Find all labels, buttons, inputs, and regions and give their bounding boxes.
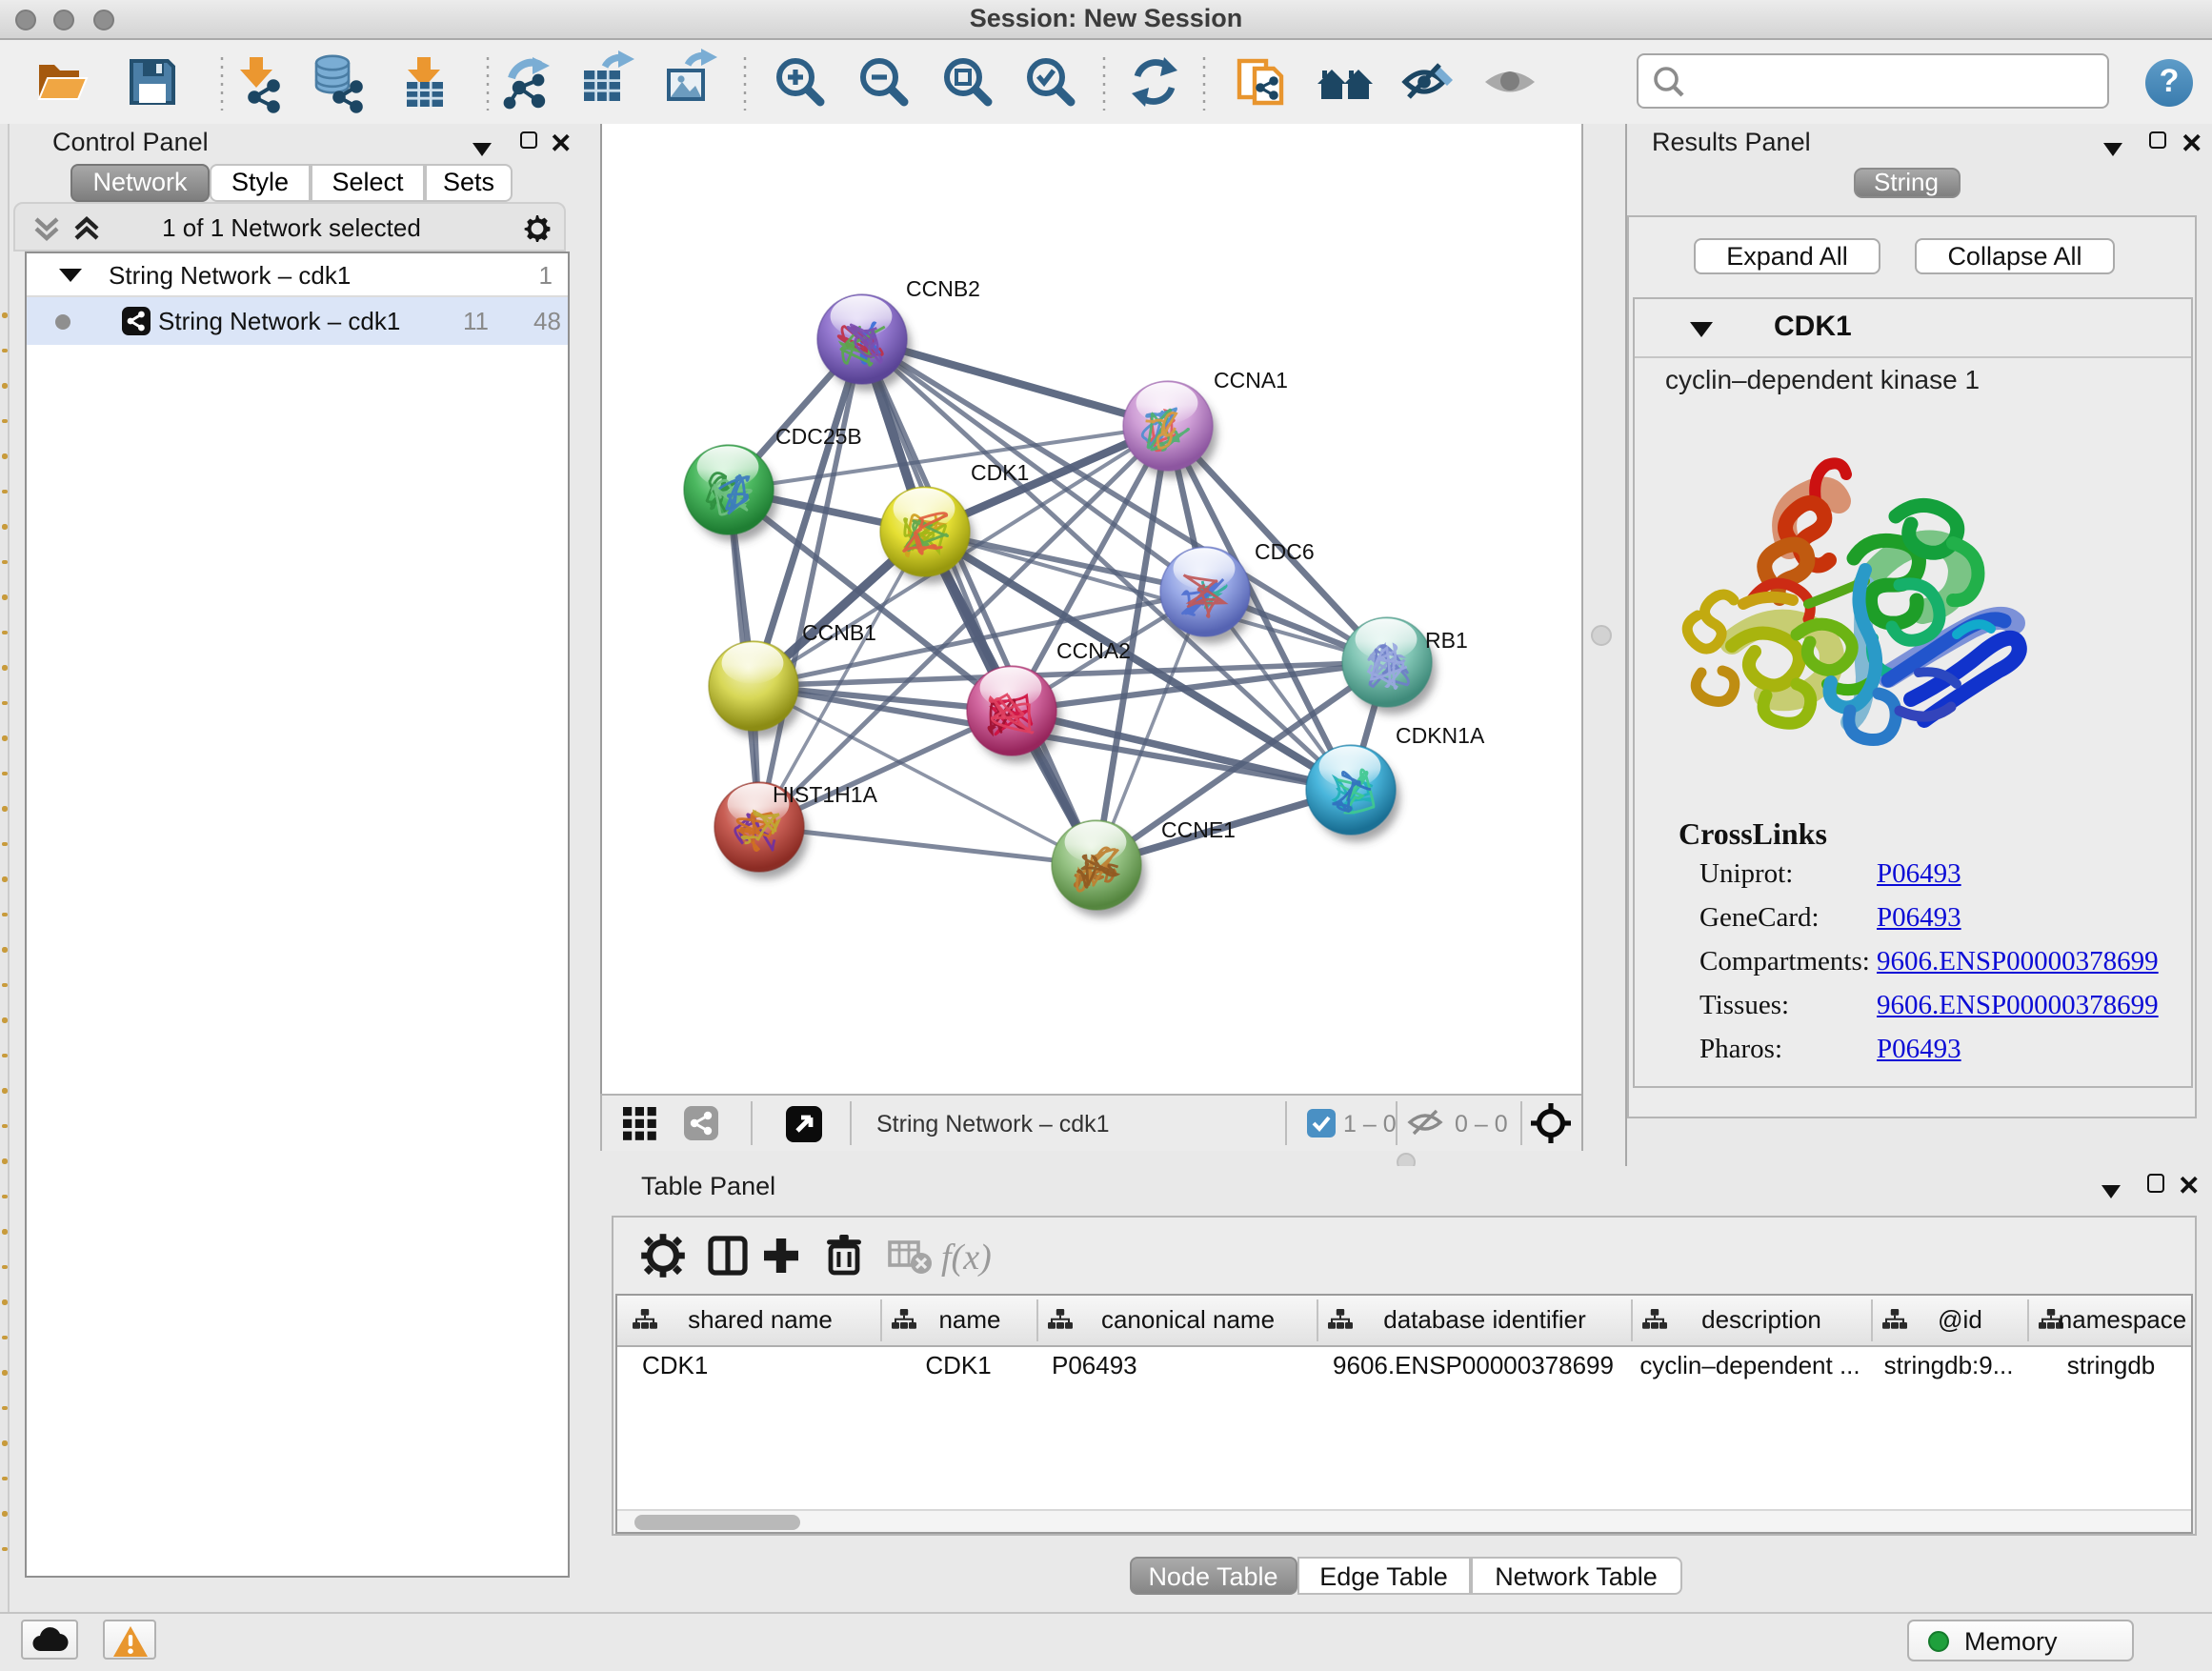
svg-text:CDK1: CDK1 (971, 460, 1029, 485)
svg-text:CCNB1: CCNB1 (802, 620, 876, 645)
svg-text:CDKN1A: CDKN1A (1396, 723, 1485, 748)
svg-text:f(x): f(x) (940, 1238, 991, 1278)
svg-text:0 – 0: 0 – 0 (1455, 1111, 1508, 1137)
svg-text:HIST1H1A: HIST1H1A (773, 782, 878, 807)
svg-text:CCNA2: CCNA2 (1056, 638, 1131, 663)
svg-text:CDC6: CDC6 (1255, 539, 1315, 564)
svg-text:CCNE1: CCNE1 (1161, 817, 1236, 842)
svg-text:RB1: RB1 (1425, 628, 1468, 653)
svg-text:CCNB2: CCNB2 (906, 276, 980, 301)
svg-text:String Network – cdk1: String Network – cdk1 (876, 1111, 1110, 1137)
svg-text:CCNA1: CCNA1 (1214, 368, 1288, 393)
svg-text:CDC25B: CDC25B (775, 424, 862, 449)
svg-text:1 – 0: 1 – 0 (1343, 1111, 1397, 1137)
